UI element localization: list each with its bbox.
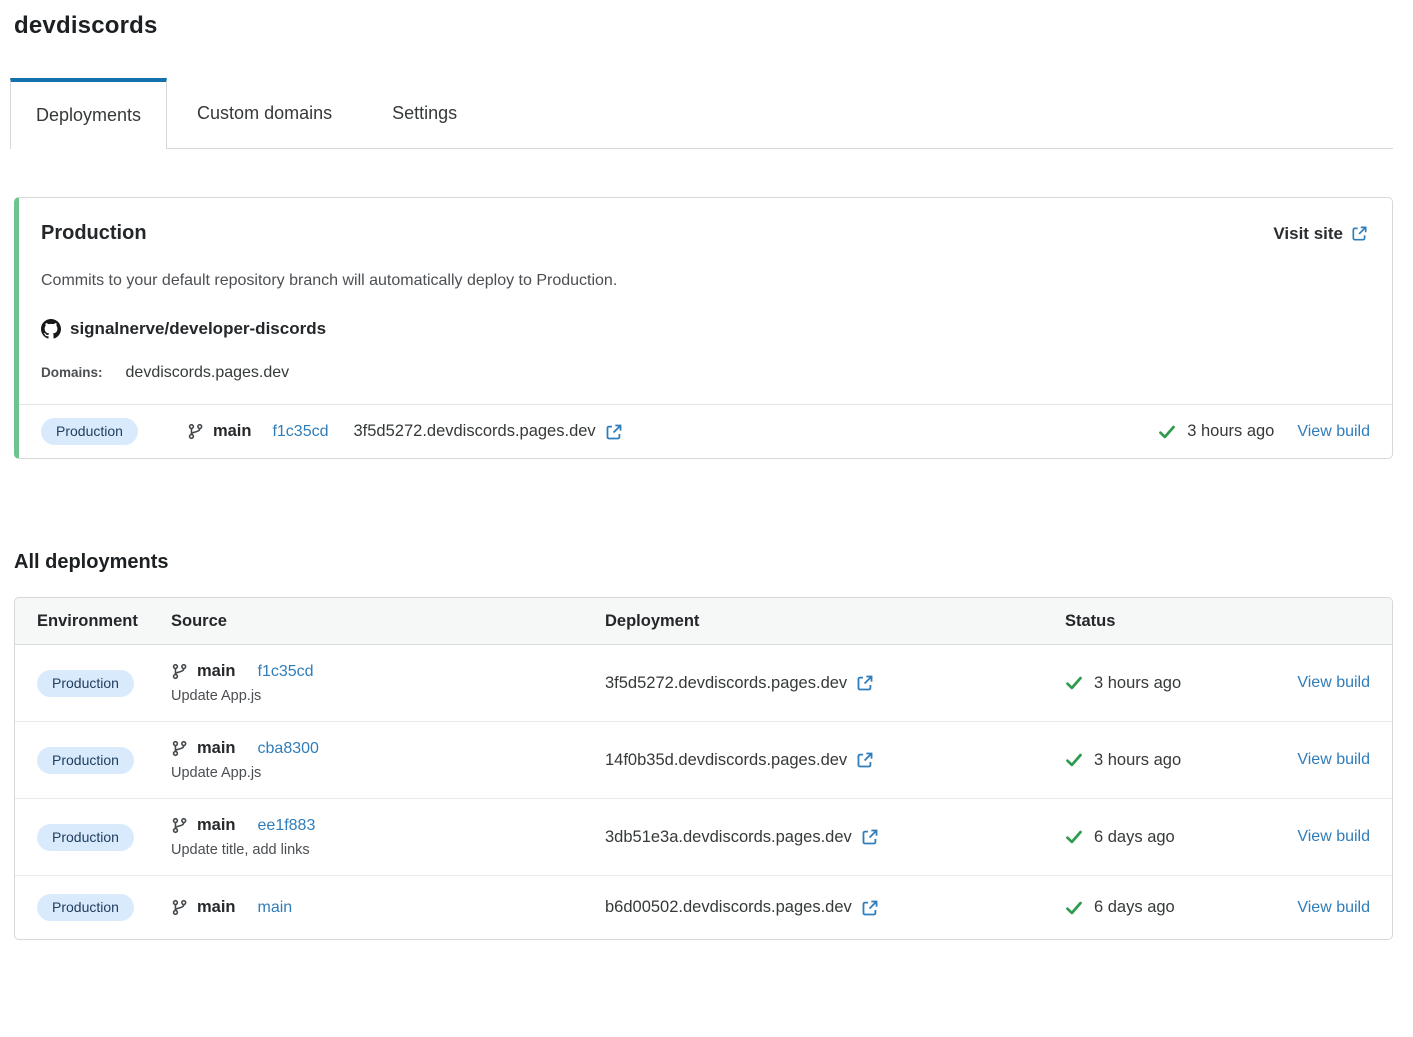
branch-name: main bbox=[213, 422, 252, 441]
check-icon bbox=[1158, 423, 1176, 441]
environment-badge: Production bbox=[37, 747, 134, 774]
column-environment: Environment bbox=[37, 612, 171, 631]
commit-message: Update App.js bbox=[171, 765, 605, 781]
deployment-url: 3f5d5272.devdiscords.pages.dev bbox=[605, 674, 847, 693]
environment-badge: Production bbox=[37, 824, 134, 851]
status-time: 3 hours ago bbox=[1094, 751, 1181, 770]
deployment-url: 3f5d5272.devdiscords.pages.dev bbox=[354, 422, 596, 441]
tab-custom-domains-label: Custom domains bbox=[197, 103, 332, 124]
github-icon bbox=[41, 319, 61, 339]
git-branch-icon bbox=[171, 663, 188, 680]
table-row: Production main ee1f883 Update title, ad… bbox=[15, 798, 1392, 875]
all-deployments-heading: All deployments bbox=[14, 551, 1393, 574]
view-build-link[interactable]: View build bbox=[1297, 828, 1370, 845]
deployment-url: b6d00502.devdiscords.pages.dev bbox=[605, 898, 852, 917]
commit-link[interactable]: f1c35cd bbox=[272, 423, 328, 441]
commit-link[interactable]: ee1f883 bbox=[258, 817, 316, 835]
repo-name: signalnerve/developer-discords bbox=[70, 319, 326, 339]
column-deployment: Deployment bbox=[605, 612, 1065, 631]
git-branch-icon bbox=[171, 740, 188, 757]
deployment-url: 3db51e3a.devdiscords.pages.dev bbox=[605, 828, 852, 847]
production-card: Production Visit site Commits to your de… bbox=[14, 197, 1393, 459]
environment-badge: Production bbox=[41, 418, 138, 445]
table-row: Production main cba8300 Update App.js 14… bbox=[15, 721, 1392, 798]
column-source: Source bbox=[171, 612, 605, 631]
deployment-url: 14f0b35d.devdiscords.pages.dev bbox=[605, 751, 847, 770]
git-branch-icon bbox=[171, 817, 188, 834]
view-build-link[interactable]: View build bbox=[1297, 751, 1370, 768]
environment-badge: Production bbox=[37, 670, 134, 697]
pages-project-page: devdiscords Deployments Custom domains S… bbox=[0, 0, 1413, 940]
external-link-icon[interactable] bbox=[856, 674, 874, 692]
status-time: 3 hours ago bbox=[1094, 674, 1181, 693]
environment-badge: Production bbox=[37, 894, 134, 921]
external-link-icon[interactable] bbox=[856, 751, 874, 769]
commit-link[interactable]: cba8300 bbox=[258, 740, 319, 758]
production-card-title: Production bbox=[41, 222, 147, 245]
status-time: 6 days ago bbox=[1094, 828, 1175, 847]
repo-link[interactable]: signalnerve/developer-discords bbox=[41, 319, 1368, 339]
external-link-icon bbox=[1351, 225, 1368, 242]
status-time: 3 hours ago bbox=[1187, 422, 1274, 441]
tab-settings-label: Settings bbox=[392, 103, 457, 124]
tab-deployments[interactable]: Deployments bbox=[10, 78, 167, 149]
commit-link[interactable]: main bbox=[258, 899, 293, 917]
column-status: Status bbox=[1065, 612, 1260, 631]
visit-site-label: Visit site bbox=[1273, 224, 1343, 244]
branch-name: main bbox=[197, 662, 236, 681]
git-branch-icon bbox=[171, 899, 188, 916]
table-row: Production main main b6d00502.devdiscord… bbox=[15, 875, 1392, 939]
check-icon bbox=[1065, 899, 1083, 917]
commit-message: Update App.js bbox=[171, 688, 605, 704]
tab-deployments-label: Deployments bbox=[36, 105, 141, 126]
table-row: Production main f1c35cd Update App.js 3f… bbox=[15, 645, 1392, 721]
page-title: devdiscords bbox=[14, 12, 1393, 40]
domains-value: devdiscords.pages.dev bbox=[126, 364, 290, 382]
view-build-link[interactable]: View build bbox=[1297, 899, 1370, 916]
tab-settings[interactable]: Settings bbox=[362, 78, 487, 148]
view-build-link[interactable]: View build bbox=[1297, 423, 1370, 441]
commit-link[interactable]: f1c35cd bbox=[258, 663, 314, 681]
production-description: Commits to your default repository branc… bbox=[41, 272, 1368, 290]
visit-site-link[interactable]: Visit site bbox=[1273, 224, 1368, 244]
check-icon bbox=[1065, 828, 1083, 846]
external-link-icon[interactable] bbox=[861, 899, 879, 917]
branch-name: main bbox=[197, 816, 236, 835]
check-icon bbox=[1065, 751, 1083, 769]
tab-bar: Deployments Custom domains Settings bbox=[14, 78, 1393, 149]
status-time: 6 days ago bbox=[1094, 898, 1175, 917]
external-link-icon[interactable] bbox=[605, 423, 623, 441]
branch-name: main bbox=[197, 739, 236, 758]
production-deployment-row: Production main f1c35cd 3f5d5272.devdisc… bbox=[19, 404, 1392, 458]
external-link-icon[interactable] bbox=[861, 828, 879, 846]
git-branch-icon bbox=[187, 423, 204, 440]
table-header-row: Environment Source Deployment Status bbox=[15, 598, 1392, 645]
domains-label: Domains: bbox=[41, 365, 103, 380]
deployments-table: Environment Source Deployment Status Pro… bbox=[14, 597, 1393, 940]
commit-message: Update title, add links bbox=[171, 842, 605, 858]
check-icon bbox=[1065, 674, 1083, 692]
view-build-link[interactable]: View build bbox=[1297, 674, 1370, 691]
tab-custom-domains[interactable]: Custom domains bbox=[167, 78, 362, 148]
branch-name: main bbox=[197, 898, 236, 917]
